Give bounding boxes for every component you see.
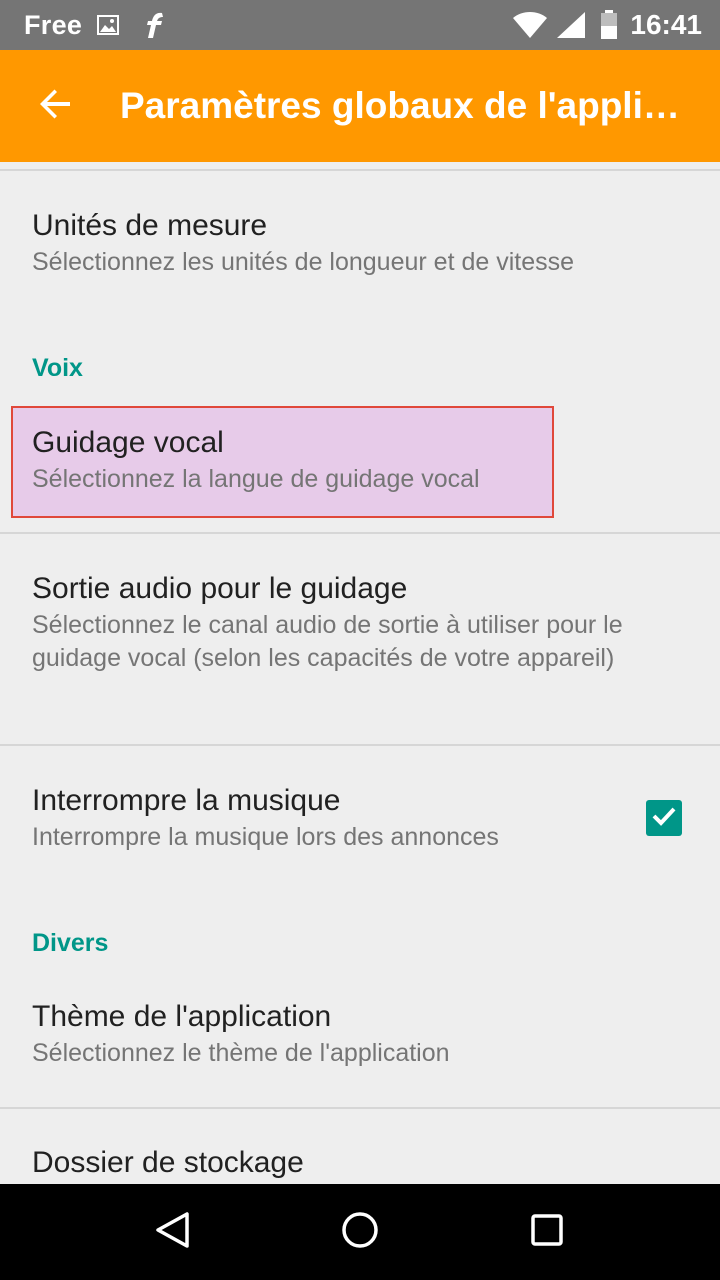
status-bar-right: 16:41 [512,9,702,41]
divider [0,1107,720,1109]
nav-back-button[interactable] [125,1184,221,1280]
pref-title: Unités de mesure [32,209,268,242]
divider [0,744,720,746]
pref-summary: Sélectionnez la langue de guidage vocal [32,465,480,493]
carrier-label: Free [24,9,83,40]
signal-icon [556,11,586,39]
category-misc: Divers [32,929,109,957]
page-title: Paramètres globaux de l'application [120,85,700,126]
screen: Free 16:41 Paramètres globaux de l'appli… [0,0,720,1280]
flipboard-icon [142,10,170,40]
arrow-back-icon [38,86,74,127]
nav-home-button[interactable] [312,1184,408,1280]
pref-app-theme[interactable]: Thème de l'application Sélectionnez le t… [0,997,720,1070]
divider [0,532,720,534]
pref-storage-folder[interactable]: Dossier de stockage [0,1143,720,1183]
pref-title: Guidage vocal [32,426,224,459]
recents-square-icon [527,1210,567,1255]
back-button[interactable] [0,50,112,162]
pref-audio-output[interactable]: Sortie audio pour le guidage Sélectionne… [0,569,720,675]
interrupt-music-checkbox[interactable] [646,800,682,836]
battery-icon [600,10,618,40]
pref-interrupt-music[interactable]: Interrompre la musique Interrompre la mu… [0,781,720,854]
pref-units[interactable]: Unités de mesure Sélectionnez les unités… [0,206,720,279]
pref-voice-guidance[interactable]: Guidage vocal Sélectionnez la langue de … [0,423,720,496]
pref-summary: Sélectionnez le canal audio de sortie à … [32,611,623,672]
navigation-bar [0,1184,720,1280]
back-triangle-icon [153,1210,193,1255]
category-voice: Voix [32,354,83,382]
pref-title: Sortie audio pour le guidage [32,572,408,605]
status-bar-left: Free [24,10,170,41]
home-circle-icon [340,1210,380,1255]
nav-recents-button[interactable] [499,1184,595,1280]
app-bar: Paramètres globaux de l'application [0,50,720,162]
pref-summary: Sélectionnez le thème de l'application [32,1039,450,1067]
pref-summary: Sélectionnez les unités de longueur et d… [32,248,575,276]
check-icon [650,802,678,835]
wifi-icon [512,11,548,39]
pref-title: Thème de l'application [32,1000,332,1033]
pref-summary: Interrompre la musique lors des annonces [32,823,499,851]
pref-title: Interrompre la musique [32,784,341,817]
divider [0,169,720,171]
clock-time: 16:41 [630,9,702,40]
status-bar: Free 16:41 [0,0,720,50]
image-icon [96,13,120,37]
preferences-list: Unités de mesure Sélectionnez les unités… [0,162,720,1184]
pref-title: Dossier de stockage [32,1146,304,1179]
